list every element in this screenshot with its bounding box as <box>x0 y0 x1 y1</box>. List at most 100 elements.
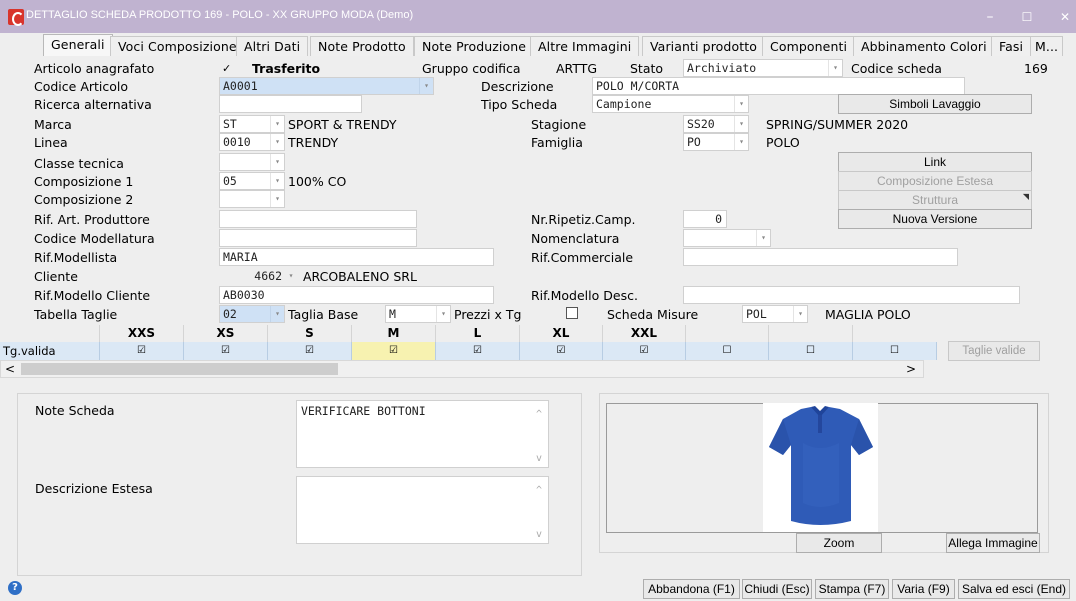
cliente-select[interactable]: 4662 ▾ <box>219 267 299 285</box>
close-button[interactable]: ✕ <box>1050 4 1076 30</box>
linea-select[interactable]: 0010 ▾ <box>219 133 285 151</box>
descrizione-estesa-textarea[interactable]: ^ v <box>296 476 549 544</box>
simboli-lavaggio-button[interactable]: Simboli Lavaggio <box>838 94 1032 114</box>
stagione-select[interactable]: SS20 ▾ <box>683 115 749 133</box>
descrizione-estesa-label: Descrizione Estesa <box>35 481 153 496</box>
tab-generali[interactable]: Generali <box>43 34 113 56</box>
size-header-s: S <box>268 325 352 342</box>
taglia-base-label: Taglia Base <box>288 307 359 322</box>
tab-more[interactable]: M... <box>1030 36 1064 56</box>
abbandona-button[interactable]: Abbandona (F1) <box>643 579 740 599</box>
size-valid-checkbox-m[interactable]: ☑ <box>352 342 436 360</box>
stato-select[interactable]: Archiviato ▾ <box>683 59 843 77</box>
zoom-button[interactable]: Zoom <box>796 533 882 553</box>
rif-modello-desc-field[interactable] <box>683 286 1020 304</box>
famiglia-description: POLO <box>766 135 800 150</box>
stampa-button[interactable]: Stampa (F7) <box>815 579 889 599</box>
chevron-down-icon: ▾ <box>270 306 284 322</box>
size-valid-checkbox-xxl[interactable]: ☑ <box>603 342 686 360</box>
rif-modello-cliente-field[interactable]: AB0030 <box>219 286 494 304</box>
size-header-xxl: XXL <box>603 325 686 342</box>
size-valid-checkbox-empty[interactable]: ☐ <box>769 342 853 360</box>
scroll-right-icon[interactable]: > <box>906 361 916 377</box>
tipo-scheda-select[interactable]: Campione ▾ <box>592 95 749 113</box>
product-image-panel: Zoom Allega Immagine <box>599 393 1049 553</box>
scroll-up-icon[interactable]: ^ <box>532 409 546 420</box>
size-valid-checkbox-empty[interactable]: ☐ <box>853 342 937 360</box>
tab-note-produzione[interactable]: Note Produzione <box>414 36 535 56</box>
taglie-valide-button[interactable]: Taglie valide <box>948 341 1040 361</box>
composizione-estesa-button[interactable]: Composizione Estesa <box>838 171 1032 191</box>
chevron-down-icon: ▾ <box>828 60 842 76</box>
articolo-anagrafato-label: Articolo anagrafato <box>34 61 155 76</box>
note-scheda-textarea[interactable]: VERIFICARE BOTTONI ^ v <box>296 400 549 468</box>
allega-immagine-button[interactable]: Allega Immagine <box>946 533 1040 553</box>
scrollbar-thumb[interactable] <box>21 363 338 375</box>
tabella-taglie-select[interactable]: 02 ▾ <box>219 305 285 323</box>
notes-panel: Note Scheda VERIFICARE BOTTONI ^ v Descr… <box>17 393 582 576</box>
grid-horizontal-scrollbar[interactable]: < > <box>0 360 924 378</box>
struttura-button[interactable]: Struttura ◥ <box>838 190 1032 210</box>
stagione-description: SPRING/SUMMER 2020 <box>766 117 909 132</box>
maximize-button[interactable]: ☐ <box>1012 4 1042 30</box>
trasferito-label: Trasferito <box>252 61 321 76</box>
tab-altri-dati[interactable]: Altri Dati <box>236 36 309 56</box>
link-button[interactable]: Link <box>838 152 1032 172</box>
scroll-up-icon[interactable]: ^ <box>532 485 546 496</box>
size-header-m: M <box>352 325 436 342</box>
scheda-misure-select[interactable]: POL ▾ <box>742 305 808 323</box>
help-icon[interactable]: ? <box>8 581 22 595</box>
tab-fasi[interactable]: Fasi <box>991 36 1032 56</box>
scroll-left-icon[interactable]: < <box>5 361 15 377</box>
tab-varianti-prodotto[interactable]: Varianti prodotto <box>642 36 765 56</box>
chevron-down-icon: ▾ <box>793 306 807 322</box>
cliente-label: Cliente <box>34 269 78 284</box>
size-valid-checkbox-empty[interactable]: ☐ <box>686 342 769 360</box>
composizione-2-select[interactable]: ▾ <box>219 190 285 208</box>
varia-button[interactable]: Varia (F9) <box>892 579 955 599</box>
classe-tecnica-select[interactable]: ▾ <box>219 153 285 171</box>
gruppo-codifica-value: ARTTG <box>556 61 598 76</box>
chevron-down-icon: ▾ <box>270 173 284 189</box>
scroll-down-icon[interactable]: v <box>532 529 546 540</box>
linea-description: TRENDY <box>288 135 339 150</box>
marca-select[interactable]: ST ▾ <box>219 115 285 133</box>
tab-voci-composizione[interactable]: Voci Composizione <box>110 36 245 56</box>
codice-modellatura-field[interactable] <box>219 229 417 247</box>
size-valid-checkbox-xl[interactable]: ☑ <box>520 342 603 360</box>
salva-ed-esci-button[interactable]: Salva ed esci (End) <box>958 579 1070 599</box>
size-valid-checkbox-xs[interactable]: ☑ <box>184 342 268 360</box>
nomenclatura-select[interactable]: ▾ <box>683 229 771 247</box>
nr-ripetiz-camp-field[interactable]: 0 <box>683 210 727 228</box>
ricerca-alternativa-field[interactable] <box>219 95 362 113</box>
tg-valida-row-label: Tg.valida <box>0 342 100 360</box>
rif-commerciale-field[interactable] <box>683 248 958 266</box>
rif-art-produttore-field[interactable] <box>219 210 417 228</box>
tab-componenti[interactable]: Componenti <box>762 36 856 56</box>
scroll-down-icon[interactable]: v <box>532 453 546 464</box>
size-valid-checkbox-l[interactable]: ☑ <box>436 342 520 360</box>
descrizione-field[interactable]: POLO M/CORTA <box>592 77 965 95</box>
tab-abbinamento-colori[interactable]: Abbinamento Colori <box>853 36 995 56</box>
tabella-taglie-label: Tabella Taglie <box>34 307 118 322</box>
size-valid-checkbox-s[interactable]: ☑ <box>268 342 352 360</box>
articolo-anagrafato-checkbox[interactable]: ✓ <box>222 61 231 77</box>
gruppo-codifica-label: Gruppo codifica <box>422 61 521 76</box>
chiudi-button[interactable]: Chiudi (Esc) <box>742 579 812 599</box>
famiglia-label: Famiglia <box>531 135 583 150</box>
composizione-1-select[interactable]: 05 ▾ <box>219 172 285 190</box>
prezzi-x-tg-label: Prezzi x Tg <box>454 307 522 322</box>
rif-modellista-field[interactable]: MARIA <box>219 248 494 266</box>
prezzi-x-tg-checkbox[interactable] <box>566 307 578 319</box>
size-valid-checkbox-xxs[interactable]: ☑ <box>100 342 184 360</box>
codice-articolo-label: Codice Articolo <box>34 79 129 94</box>
title-bar: DETTAGLIO SCHEDA PRODOTTO 169 - POLO - X… <box>0 0 1076 33</box>
taglia-base-select[interactable]: M ▾ <box>385 305 451 323</box>
nuova-versione-button[interactable]: Nuova Versione <box>838 209 1032 229</box>
minimize-button[interactable]: – <box>975 4 1005 30</box>
tab-note-prodotto[interactable]: Note Prodotto <box>310 36 414 56</box>
famiglia-select[interactable]: PO ▾ <box>683 133 749 151</box>
tab-altre-immagini[interactable]: Altre Immagini <box>530 36 640 56</box>
chevron-down-icon: ▾ <box>436 306 450 322</box>
codice-articolo-field[interactable]: A0001 ▾ <box>219 77 434 95</box>
